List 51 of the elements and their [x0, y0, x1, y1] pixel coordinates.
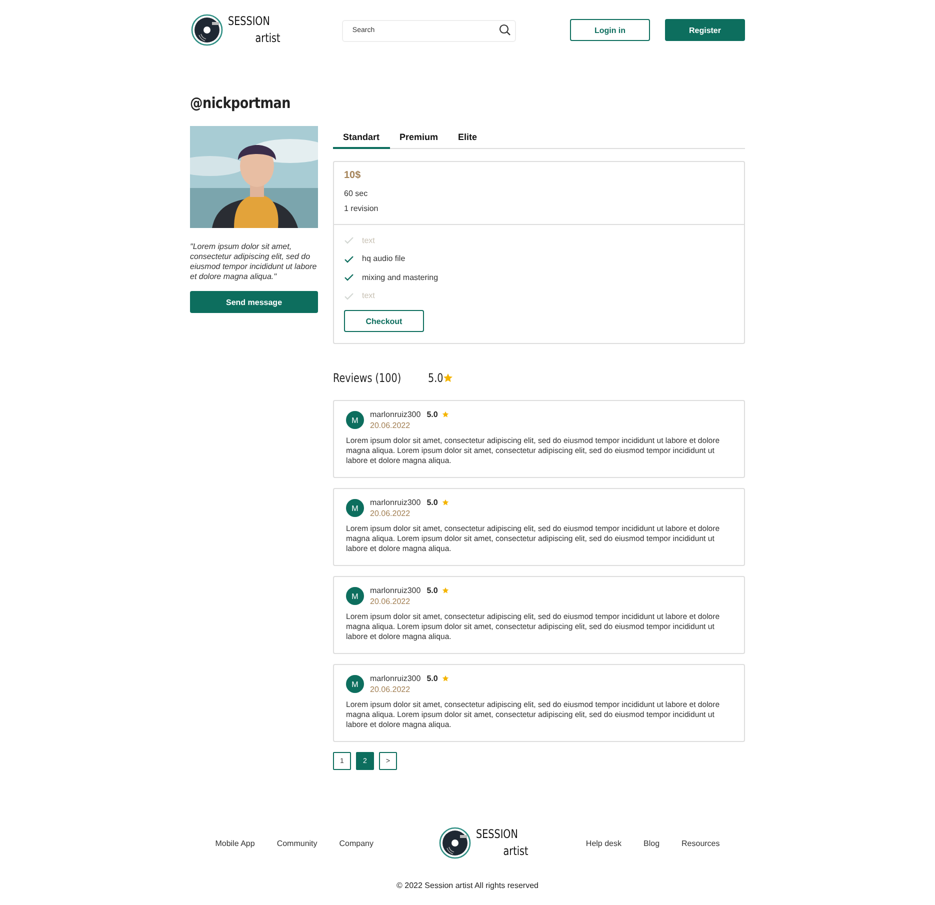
footer-link[interactable]: Mobile App — [215, 838, 255, 848]
avatar: M — [346, 675, 364, 693]
star-icon — [443, 373, 454, 383]
star-icon — [442, 675, 449, 682]
footer-link[interactable]: Community — [276, 838, 318, 848]
star-icon — [442, 499, 449, 506]
review-rating: 5.0 — [426, 586, 438, 595]
footer-link[interactable]: Resources — [682, 838, 720, 848]
review-username: marlonruiz300 — [370, 410, 421, 419]
copyright: © 2022 Session artist All rights reserved — [396, 881, 540, 890]
feature-label: text — [362, 291, 375, 300]
feature-label: text — [362, 236, 375, 245]
review-rating: 5.0 — [426, 410, 438, 419]
tab[interactable]: Standart — [333, 126, 390, 149]
username: @nickportman — [190, 94, 290, 112]
package-detail: 60 sec — [344, 188, 369, 200]
package-detail: 1 revision — [344, 203, 380, 215]
footer-link[interactable]: Company — [339, 838, 374, 848]
avatar: M — [346, 587, 364, 605]
review-rating: 5.0 — [426, 498, 438, 507]
review-username: marlonruiz300 — [370, 586, 421, 595]
review-date: 20.06.2022 — [370, 597, 412, 606]
vinyl-record-icon — [438, 826, 472, 860]
reviews-rating: 5.0 — [428, 371, 444, 385]
footer-link[interactable]: Blog — [644, 838, 660, 848]
checkout-button[interactable]: Checkout — [344, 310, 424, 332]
review-rating: 5.0 — [426, 674, 438, 683]
tab[interactable]: Elite — [448, 126, 488, 149]
avatar: M — [346, 411, 364, 429]
search-icon — [499, 24, 512, 36]
footer-link[interactable]: Help desk — [586, 838, 622, 848]
review-username: marlonruiz300 — [370, 498, 421, 507]
review-date: 20.06.2022 — [370, 685, 412, 694]
star-icon — [442, 411, 449, 418]
register-button[interactable]: Register — [665, 19, 745, 41]
logo-text: SESSION artist — [476, 826, 528, 860]
logo-text[interactable]: SESSION artist — [228, 13, 280, 47]
feature-label: mixing and mastering — [362, 272, 438, 282]
review-username: marlonruiz300 — [370, 674, 421, 683]
vinyl-record-icon — [190, 13, 224, 47]
review-date: 20.06.2022 — [370, 421, 412, 430]
feature-label: hq audio file — [362, 254, 406, 264]
review-date: 20.06.2022 — [370, 509, 412, 518]
send-message-button[interactable]: Send message — [190, 291, 318, 313]
avatar: M — [346, 499, 364, 517]
profile-quote: "Lorem ipsum dolor sit amet, consectetur adipiscing elit, sed do eiusmod tempor incididunt ut labore et dolore magna aliqua." — [190, 242, 318, 282]
tab[interactable]: Premium — [390, 126, 448, 149]
login-button[interactable]: Login in — [570, 19, 650, 41]
reviews-title: Reviews (100) — [333, 371, 402, 385]
price: 10$ — [344, 170, 362, 181]
star-icon — [442, 587, 449, 594]
